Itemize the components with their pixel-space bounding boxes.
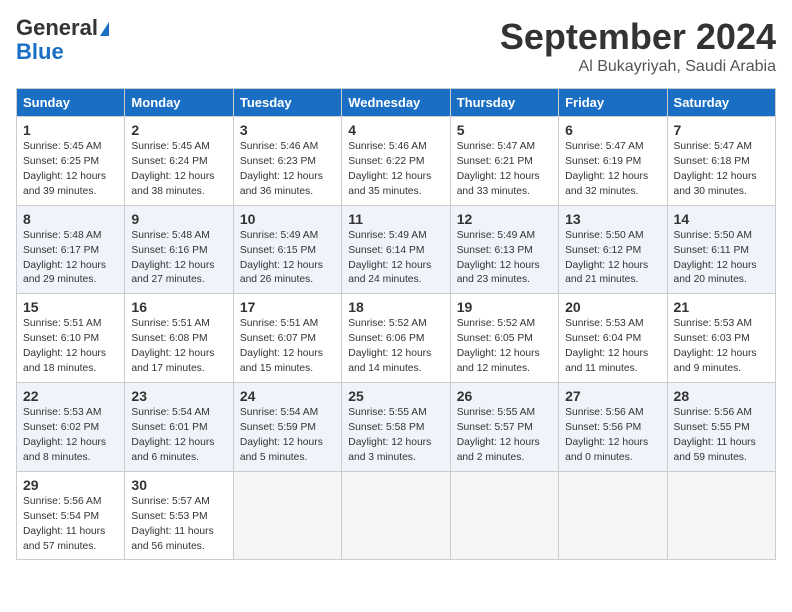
calendar-day-17: 17Sunrise: 5:51 AMSunset: 6:07 PMDayligh… (233, 294, 341, 383)
calendar-day-20: 20Sunrise: 5:53 AMSunset: 6:04 PMDayligh… (559, 294, 667, 383)
calendar-day-14: 14Sunrise: 5:50 AMSunset: 6:11 PMDayligh… (667, 205, 775, 294)
calendar-day-16: 16Sunrise: 5:51 AMSunset: 6:08 PMDayligh… (125, 294, 233, 383)
calendar-day-13: 13Sunrise: 5:50 AMSunset: 6:12 PMDayligh… (559, 205, 667, 294)
calendar-empty (667, 471, 775, 560)
calendar-row-1: 1Sunrise: 5:45 AMSunset: 6:25 PMDaylight… (17, 117, 776, 206)
calendar-header-row: Sunday Monday Tuesday Wednesday Thursday… (17, 89, 776, 117)
calendar-day-21: 21Sunrise: 5:53 AMSunset: 6:03 PMDayligh… (667, 294, 775, 383)
logo-blue-text: Blue (16, 40, 64, 64)
calendar-day-18: 18Sunrise: 5:52 AMSunset: 6:06 PMDayligh… (342, 294, 450, 383)
calendar-day-3: 3Sunrise: 5:46 AMSunset: 6:23 PMDaylight… (233, 117, 341, 206)
header-sunday: Sunday (17, 89, 125, 117)
calendar-table: Sunday Monday Tuesday Wednesday Thursday… (16, 88, 776, 560)
month-title: September 2024 (500, 16, 776, 58)
calendar-day-2: 2Sunrise: 5:45 AMSunset: 6:24 PMDaylight… (125, 117, 233, 206)
calendar-day-22: 22Sunrise: 5:53 AMSunset: 6:02 PMDayligh… (17, 383, 125, 472)
header-monday: Monday (125, 89, 233, 117)
calendar-day-23: 23Sunrise: 5:54 AMSunset: 6:01 PMDayligh… (125, 383, 233, 472)
page-header: General Blue September 2024 Al Bukayriya… (16, 16, 776, 76)
calendar-day-5: 5Sunrise: 5:47 AMSunset: 6:21 PMDaylight… (450, 117, 558, 206)
calendar-day-27: 27Sunrise: 5:56 AMSunset: 5:56 PMDayligh… (559, 383, 667, 472)
logo-text: General (16, 16, 109, 40)
calendar-empty (559, 471, 667, 560)
calendar-empty (450, 471, 558, 560)
calendar-day-1: 1Sunrise: 5:45 AMSunset: 6:25 PMDaylight… (17, 117, 125, 206)
location: Al Bukayriyah, Saudi Arabia (500, 58, 776, 76)
calendar-day-15: 15Sunrise: 5:51 AMSunset: 6:10 PMDayligh… (17, 294, 125, 383)
calendar-day-28: 28Sunrise: 5:56 AMSunset: 5:55 PMDayligh… (667, 383, 775, 472)
calendar-day-9: 9Sunrise: 5:48 AMSunset: 6:16 PMDaylight… (125, 205, 233, 294)
calendar-day-29: 29Sunrise: 5:56 AMSunset: 5:54 PMDayligh… (17, 471, 125, 560)
calendar-day-12: 12Sunrise: 5:49 AMSunset: 6:13 PMDayligh… (450, 205, 558, 294)
calendar-empty (342, 471, 450, 560)
calendar-row-5: 29Sunrise: 5:56 AMSunset: 5:54 PMDayligh… (17, 471, 776, 560)
calendar-day-8: 8Sunrise: 5:48 AMSunset: 6:17 PMDaylight… (17, 205, 125, 294)
header-saturday: Saturday (667, 89, 775, 117)
calendar-day-24: 24Sunrise: 5:54 AMSunset: 5:59 PMDayligh… (233, 383, 341, 472)
calendar-day-10: 10Sunrise: 5:49 AMSunset: 6:15 PMDayligh… (233, 205, 341, 294)
header-thursday: Thursday (450, 89, 558, 117)
calendar-day-6: 6Sunrise: 5:47 AMSunset: 6:19 PMDaylight… (559, 117, 667, 206)
calendar-day-19: 19Sunrise: 5:52 AMSunset: 6:05 PMDayligh… (450, 294, 558, 383)
logo: General Blue (16, 16, 109, 64)
calendar-day-7: 7Sunrise: 5:47 AMSunset: 6:18 PMDaylight… (667, 117, 775, 206)
calendar-day-4: 4Sunrise: 5:46 AMSunset: 6:22 PMDaylight… (342, 117, 450, 206)
header-friday: Friday (559, 89, 667, 117)
header-wednesday: Wednesday (342, 89, 450, 117)
calendar-day-11: 11Sunrise: 5:49 AMSunset: 6:14 PMDayligh… (342, 205, 450, 294)
calendar-empty (233, 471, 341, 560)
title-area: September 2024 Al Bukayriyah, Saudi Arab… (500, 16, 776, 76)
calendar-day-30: 30Sunrise: 5:57 AMSunset: 5:53 PMDayligh… (125, 471, 233, 560)
calendar-row-2: 8Sunrise: 5:48 AMSunset: 6:17 PMDaylight… (17, 205, 776, 294)
calendar-day-26: 26Sunrise: 5:55 AMSunset: 5:57 PMDayligh… (450, 383, 558, 472)
calendar-day-25: 25Sunrise: 5:55 AMSunset: 5:58 PMDayligh… (342, 383, 450, 472)
calendar-row-4: 22Sunrise: 5:53 AMSunset: 6:02 PMDayligh… (17, 383, 776, 472)
calendar-row-3: 15Sunrise: 5:51 AMSunset: 6:10 PMDayligh… (17, 294, 776, 383)
header-tuesday: Tuesday (233, 89, 341, 117)
